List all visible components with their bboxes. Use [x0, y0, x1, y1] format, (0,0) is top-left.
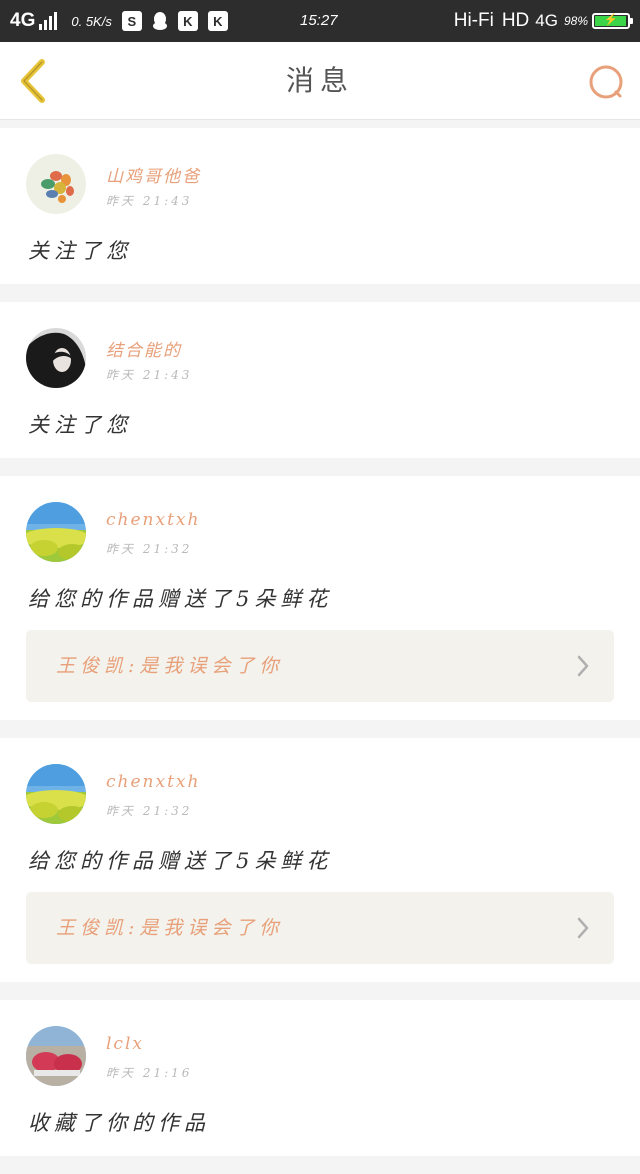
k-icon: K	[207, 11, 228, 31]
network-type-right: 4G	[535, 11, 558, 30]
work-title: 王俊凯:是我误会了你	[56, 655, 284, 677]
message-text: 给您的作品赠送了5朵鲜花	[28, 587, 333, 611]
message-time: 昨天 21:43	[106, 194, 193, 208]
status-left: 4G 0. 5K/s S K K	[10, 0, 228, 42]
clock: 15:27	[300, 12, 338, 29]
user-name[interactable]: 山鸡哥他爸	[106, 162, 201, 187]
avatar[interactable]	[26, 154, 86, 214]
message-item[interactable]: 山鸡哥他爸 昨天 21:43 关注了您	[0, 128, 640, 284]
work-link[interactable]: 王俊凯:是我误会了你	[26, 892, 614, 964]
message-item[interactable]: chenxtxh 昨天 21:32 给您的作品赠送了5朵鲜花 王俊凯:是我误会了…	[0, 476, 640, 720]
hd-label: HD	[501, 10, 530, 31]
user-name[interactable]: lclx	[106, 1034, 144, 1054]
avatar[interactable]	[26, 1026, 86, 1086]
chevron-right-icon	[577, 917, 589, 939]
qq-icon	[152, 12, 167, 30]
user-name[interactable]: chenxtxh	[106, 510, 200, 530]
search-icon[interactable]	[586, 62, 626, 102]
message-list: 山鸡哥他爸 昨天 21:43 关注了您 结合能的 昨天 21:43 关注了您 c…	[0, 128, 640, 1174]
message-time: 昨天 21:43	[106, 368, 193, 382]
user-name[interactable]: chenxtxh	[106, 772, 200, 792]
message-item[interactable]: chenxtxh 昨天 21:32 给您的作品赠送了5朵鲜花 王俊凯:是我误会了…	[0, 738, 640, 982]
avatar[interactable]	[26, 502, 86, 562]
message-item[interactable]: 结合能的 昨天 21:43 关注了您	[0, 302, 640, 458]
battery-percent: 98%	[563, 14, 588, 28]
chevron-right-icon	[577, 655, 589, 677]
status-right: Hi-Fi HD 4G 98% ⚡	[453, 0, 633, 42]
charging-icon: ⚡	[604, 14, 618, 26]
message-time: 昨天 21:32	[106, 542, 193, 556]
s-icon: S	[121, 11, 142, 31]
page-title: 消息	[285, 64, 354, 97]
message-time: 昨天 21:32	[106, 804, 193, 818]
message-item[interactable]: lclx 昨天 21:16 收藏了你的作品	[0, 1000, 640, 1156]
signal-icon	[39, 12, 59, 30]
message-text: 给您的作品赠送了5朵鲜花	[28, 849, 333, 873]
network-type: 4G	[10, 10, 36, 31]
message-text: 关注了您	[28, 413, 132, 437]
avatar[interactable]	[26, 764, 86, 824]
k-icon: K	[177, 11, 198, 31]
avatar[interactable]	[26, 328, 86, 388]
user-name[interactable]: 结合能的	[106, 336, 182, 361]
network-speed: 0. 5K/s	[71, 13, 112, 29]
hifi-label: Hi-Fi	[453, 10, 494, 31]
message-text: 关注了您	[28, 239, 132, 263]
battery-icon: ⚡	[592, 13, 633, 29]
message-text: 收藏了你的作品	[28, 1111, 210, 1135]
message-time: 昨天 21:16	[106, 1066, 193, 1080]
status-bar: 4G 0. 5K/s S K K 15:27 Hi-Fi HD 4G 98% ⚡	[0, 0, 640, 42]
work-title: 王俊凯:是我误会了你	[56, 917, 284, 939]
work-link[interactable]: 王俊凯:是我误会了你	[26, 630, 614, 702]
app-header: 消息	[0, 42, 640, 120]
